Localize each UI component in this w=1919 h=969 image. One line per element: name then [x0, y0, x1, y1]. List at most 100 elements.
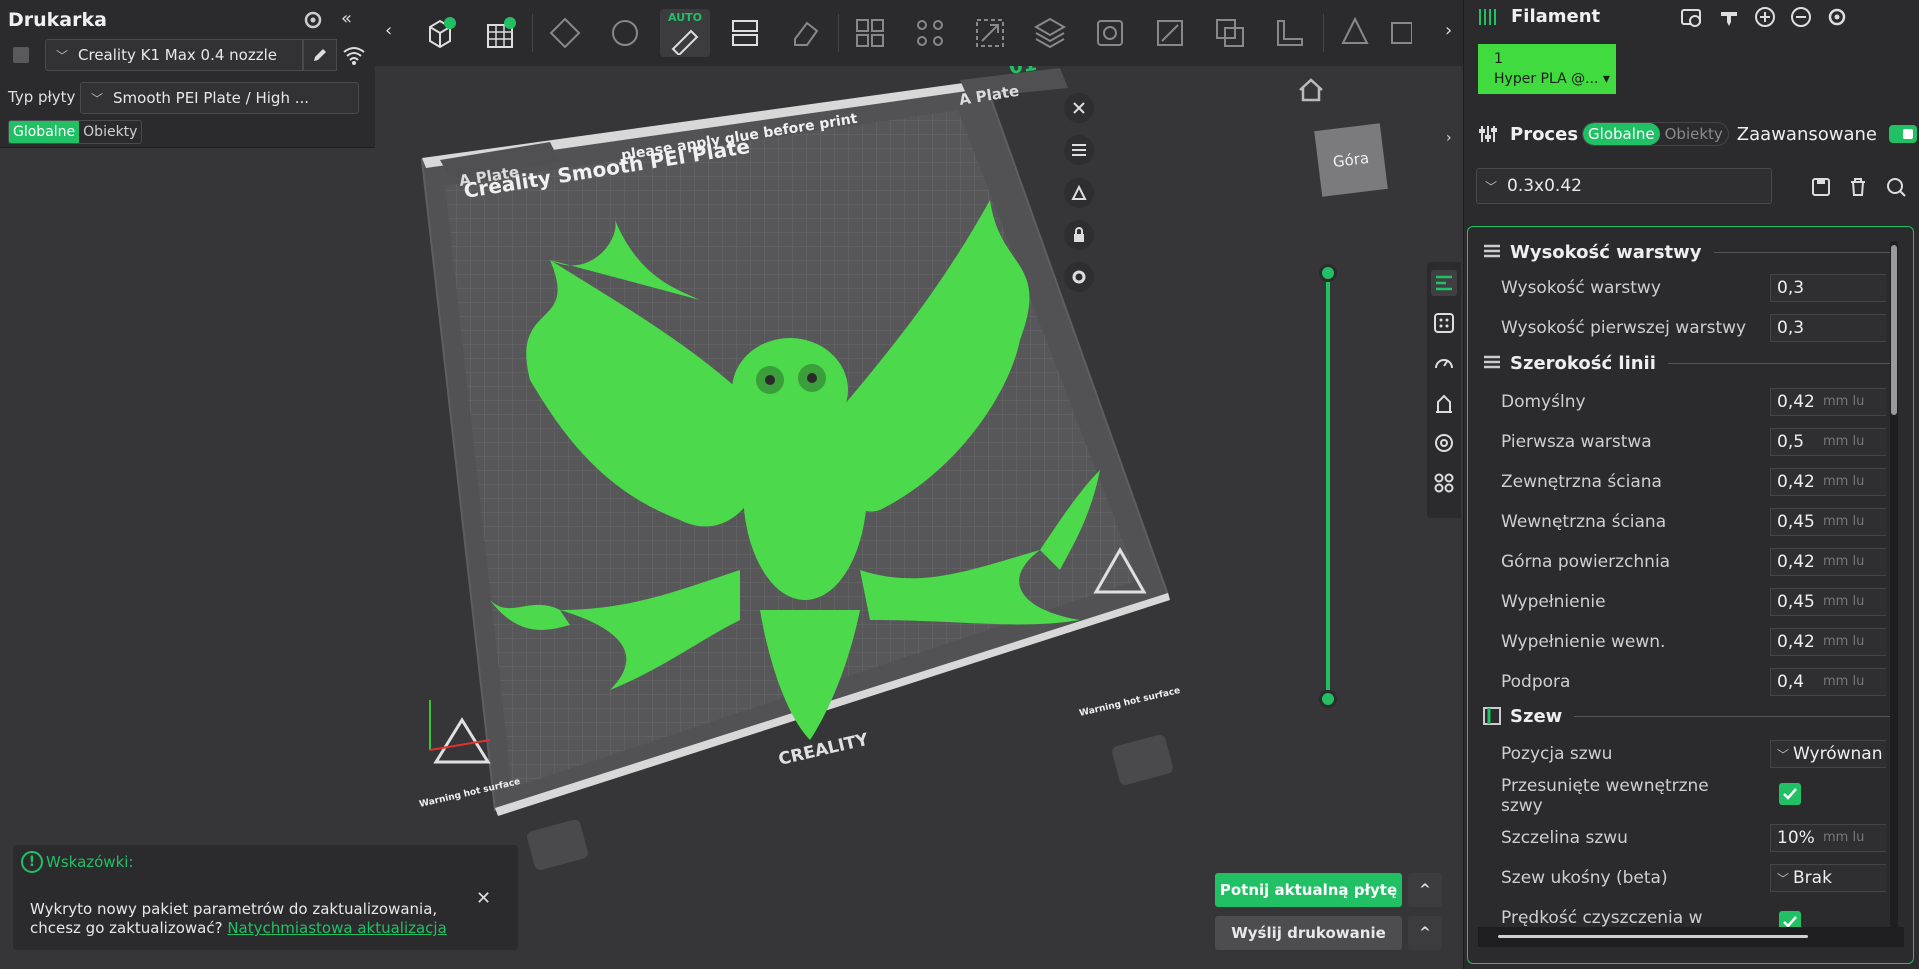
setting-row: Wysokość warstwy 0,3 [1468, 273, 1888, 305]
view-cube[interactable]: Góra [1314, 123, 1388, 197]
printer-select[interactable]: ﹀ Creality K1 Max 0.4 nozzle [45, 39, 303, 71]
toolbar-separator [838, 14, 839, 52]
settings-scrollbar-horizontal[interactable] [1478, 927, 1904, 947]
setting-unit: mm lu [1823, 674, 1865, 689]
target-icon [1435, 434, 1453, 452]
support-view-button[interactable] [1431, 390, 1457, 416]
process-tab-global[interactable]: Globalne [1583, 123, 1660, 145]
edit-printer-button[interactable] [303, 39, 337, 71]
collapse-panel-icon[interactable]: « [341, 8, 352, 29]
advanced-toggle[interactable] [1888, 125, 1917, 143]
send-options-button[interactable]: ^ [1408, 916, 1442, 950]
setting-value-input[interactable]: 0,3 [1770, 314, 1886, 342]
toolbar-scroll-left[interactable]: ‹ [385, 20, 392, 41]
tips-message: Wykryto nowy pakiet parametrów do zaktua… [30, 900, 470, 938]
process-preset-select[interactable]: ﹀ 0.3x0.42 [1476, 168, 1772, 204]
layer-slider-track[interactable] [1326, 272, 1330, 700]
collapse-sidebar-icon[interactable]: › [1446, 130, 1464, 152]
filament-settings-gear-icon[interactable] [1826, 6, 1848, 28]
layout-button[interactable] [720, 9, 770, 57]
boolean-button[interactable] [1205, 9, 1255, 57]
eraser-button[interactable] [780, 9, 830, 57]
target-view-button[interactable] [1431, 430, 1457, 456]
wifi-icon[interactable] [342, 44, 366, 66]
auto-orient-button[interactable] [1064, 178, 1094, 208]
settings-scrollbar-vertical[interactable] [1890, 241, 1898, 941]
emboss-icon [1341, 16, 1369, 44]
supports-button[interactable] [1085, 9, 1135, 57]
emboss-button[interactable] [1330, 9, 1380, 57]
speed-view-button[interactable] [1431, 350, 1457, 376]
section-header: Wysokość warstwy [1510, 241, 1702, 263]
auto-arrange-button[interactable]: AUTO [660, 9, 710, 57]
home-icon[interactable] [1298, 78, 1324, 102]
process-tab-objects[interactable]: Obiekty [1660, 123, 1728, 145]
plate-settings-button[interactable] [1064, 262, 1094, 292]
seam-painting-icon [1157, 20, 1183, 46]
scrollbar-thumb[interactable] [1498, 935, 1808, 938]
remove-filament-icon[interactable] [1790, 6, 1812, 28]
orient-icon [549, 17, 581, 49]
scale-button[interactable] [965, 9, 1015, 57]
filament-slot-1[interactable]: 1 Hyper PLA @... ▾ [1478, 44, 1616, 94]
orient-button[interactable] [540, 9, 590, 57]
scarf-seam-value: Brak [1793, 868, 1832, 888]
lock-plate-button[interactable] [1064, 220, 1094, 250]
sync-filament-icon[interactable] [1680, 6, 1702, 28]
plate-list-button[interactable] [1064, 135, 1094, 165]
tab-objects[interactable]: Obiekty [79, 121, 142, 143]
toolbar-scroll-right[interactable]: › [1445, 20, 1452, 41]
close-icon[interactable]: ✕ [476, 888, 491, 909]
arrange-icon [612, 20, 638, 46]
split-parts-button[interactable] [905, 9, 955, 57]
search-icon[interactable] [1885, 176, 1907, 198]
chevron-down-icon: ﹀ [1777, 872, 1790, 886]
settings-panel: Filament 1 Hyper PLA @... ▾ Proces Globa… [1463, 0, 1919, 969]
pencil-icon [314, 49, 326, 61]
save-preset-icon[interactable] [1810, 176, 1832, 198]
setting-label: Pierwsza warstwa [1501, 432, 1652, 452]
scrollbar-thumb[interactable] [1891, 245, 1897, 415]
update-now-link[interactable]: Natychmiastowa aktualizacja [227, 919, 446, 937]
setting-unit: mm lu [1823, 434, 1865, 449]
add-plate-button[interactable] [475, 9, 525, 57]
nozzle-icon[interactable] [1718, 6, 1740, 28]
seam-position-select[interactable]: ﹀ Wyrównan [1770, 740, 1886, 768]
setting-unit: mm lu [1823, 634, 1865, 649]
layers-icon [1436, 275, 1452, 291]
tab-global[interactable]: Globalne [9, 121, 80, 143]
send-print-button[interactable]: Wyślij drukowanie [1215, 916, 1402, 950]
layer-slider-top-handle[interactable] [1319, 264, 1337, 282]
layer-slider-bottom-handle[interactable] [1319, 690, 1337, 708]
scarf-seam-select[interactable]: ﹀ Brak [1770, 864, 1886, 892]
setting-row: Pozycja szwu ﹀ Wyrównan [1468, 739, 1888, 771]
add-filament-icon[interactable] [1754, 6, 1776, 28]
measure-button[interactable] [1265, 9, 1315, 57]
list-icon [1072, 144, 1086, 156]
info-icon: ! [21, 851, 43, 873]
seam-painting-button[interactable] [1145, 9, 1195, 57]
setting-label: Domyślny [1501, 392, 1586, 412]
slice-plate-button[interactable]: Potnij aktualną płytę [1215, 873, 1402, 907]
custom-view-button[interactable] [1431, 470, 1457, 496]
slice-options-button[interactable]: ^ [1408, 873, 1442, 907]
more-tools-button[interactable] [1385, 9, 1415, 57]
setting-label: Wysokość warstwy [1501, 278, 1661, 298]
setting-row: Wypełnienie wewn. 0,42 mm lu [1468, 627, 1888, 659]
gear-icon[interactable] [301, 8, 325, 32]
arrange-button[interactable] [600, 9, 650, 57]
plate-view-button[interactable] [1431, 310, 1457, 336]
variable-layer-button[interactable] [1025, 9, 1075, 57]
more-tools-icon [1391, 22, 1412, 44]
build-plate-viewport[interactable]: Creality Smooth PEI Plate please apply g… [400, 50, 1181, 870]
tips-title: Wskazówki: [46, 853, 134, 871]
close-plate-button[interactable] [1064, 93, 1094, 123]
plate-type-select[interactable]: ﹀ Smooth PEI Plate / High ... [80, 82, 359, 114]
add-object-button[interactable] [415, 9, 465, 57]
split-objects-button[interactable] [845, 9, 895, 57]
layers-view-button[interactable] [1431, 270, 1457, 296]
setting-value-input[interactable]: 0,3 [1770, 274, 1886, 302]
close-icon [1073, 102, 1085, 114]
staggered-seams-checkbox[interactable] [1779, 783, 1801, 805]
delete-preset-icon[interactable] [1847, 176, 1869, 198]
